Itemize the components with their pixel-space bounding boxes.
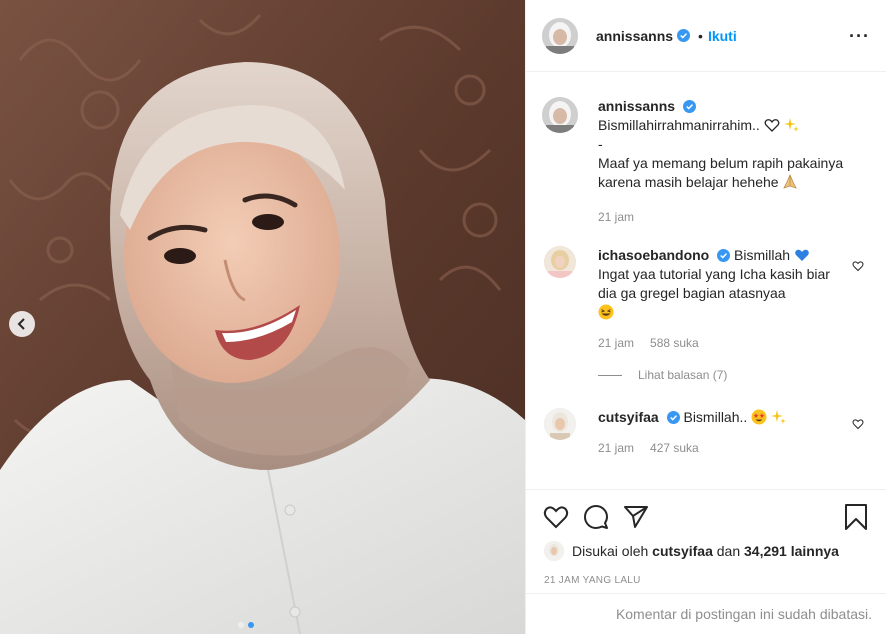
comment-text-first: Bismillah.. [683, 409, 748, 425]
like-comment-heart-icon[interactable] [852, 418, 864, 430]
save-button[interactable] [836, 497, 876, 537]
star-struck-emoji-icon [751, 409, 767, 425]
grinning-squint-emoji-icon [598, 304, 614, 320]
caption-avatar[interactable] [542, 97, 578, 133]
post-date[interactable]: 21 JAM YANG LALU [544, 575, 641, 586]
share-button[interactable] [616, 497, 656, 537]
comment-meta: 21 jam 427 suka [598, 441, 844, 455]
post-photo[interactable] [0, 0, 525, 634]
verified-icon [717, 249, 731, 262]
liked-by-prefix: Disukai oleh [572, 543, 649, 559]
liked-by-count[interactable]: 34,291 lainnya [744, 543, 839, 559]
post-actions [526, 489, 886, 543]
avatar-image [544, 246, 576, 278]
caption-line3: Maaf ya memang belum rapih pakainya kare… [598, 155, 844, 190]
comment-likes[interactable]: 427 suka [650, 441, 699, 455]
carousel-dots [238, 622, 254, 628]
caption-line1: Bismillahirrahmanirrahim.. [598, 117, 760, 133]
replies-divider-line [598, 374, 622, 376]
heart-icon [543, 505, 569, 528]
carousel-dot-active [248, 622, 254, 628]
carousel-dot [238, 622, 244, 628]
chevron-left-icon [17, 318, 25, 330]
more-icon: ··· [849, 25, 870, 46]
bookmark-icon [845, 503, 867, 530]
previous-image-button[interactable] [9, 311, 35, 337]
post-panel: annissanns • Ikuti ··· annissanns Bismil… [525, 0, 886, 634]
comment-button[interactable] [576, 497, 616, 537]
comments-disabled-notice: Komentar di postingan ini sudah dibatasi… [526, 593, 886, 634]
view-replies-button[interactable]: Lihat balasan (7) [598, 368, 870, 382]
avatar-image [542, 97, 578, 133]
white-heart-emoji-icon [764, 119, 780, 132]
post-header: annissanns • Ikuti ··· [526, 0, 886, 72]
blue-heart-emoji-icon [795, 249, 809, 261]
caption-text: Bismillahirrahmanirrahim.. [598, 116, 844, 135]
comment-item: cutsyifaa Bismillah.. 21 jam 427 suka [542, 408, 870, 455]
avatar-image [542, 17, 578, 54]
author-info: annissanns • Ikuti [596, 28, 737, 44]
view-replies-label: Lihat balasan (7) [638, 368, 728, 382]
comment-item: ichasoebandono Bismillah Ingat yaa tutor… [542, 246, 870, 350]
liked-by-user[interactable]: cutsyifaa [652, 543, 713, 559]
folded-hands-emoji-icon [783, 174, 798, 189]
comment-avatar[interactable] [544, 408, 576, 440]
liked-by-middle: dan [716, 543, 741, 559]
author-avatar[interactable] [542, 17, 578, 54]
comment-username[interactable]: cutsyifaa [598, 409, 659, 425]
caption-time[interactable]: 21 jam [598, 210, 634, 224]
like-comment-heart-icon[interactable] [852, 260, 864, 272]
verified-icon [666, 411, 680, 424]
comment-time[interactable]: 21 jam [598, 441, 634, 455]
share-icon [624, 505, 648, 528]
author-username[interactable]: annissanns [596, 28, 673, 44]
comment-text-rest: Ingat yaa tutorial yang Icha kasih biar … [598, 266, 830, 301]
like-button[interactable] [536, 497, 576, 537]
caption-item: annissanns Bismillahirrahmanirrahim.. - … [542, 97, 870, 224]
sparkles-emoji-icon [771, 410, 787, 424]
separator-dot: • [698, 27, 703, 44]
comment-likes[interactable]: 588 suka [650, 336, 699, 350]
caption-line2: - [598, 136, 603, 152]
liked-by: Disukai oleh cutsyifaa dan 34,291 lainny… [544, 541, 876, 561]
avatar-image [544, 408, 576, 440]
comment-text-first: Bismillah [734, 247, 791, 263]
comments-list: annissanns Bismillahirrahmanirrahim.. - … [526, 73, 886, 489]
verified-icon [682, 100, 696, 113]
caption-username[interactable]: annissanns [598, 98, 675, 114]
selfie-image [0, 0, 525, 634]
verified-icon [677, 29, 691, 42]
sparkles-emoji-icon [783, 118, 799, 132]
liked-by-avatar[interactable] [544, 541, 564, 561]
comment-avatar[interactable] [544, 246, 576, 278]
more-options-button[interactable]: ··· [849, 27, 870, 45]
comment-username[interactable]: ichasoebandono [598, 247, 709, 263]
avatar-image [544, 541, 564, 561]
comment-icon [584, 504, 608, 529]
follow-button[interactable]: Ikuti [708, 28, 737, 44]
caption-meta: 21 jam [598, 210, 844, 224]
comment-meta: 21 jam 588 suka [598, 336, 844, 350]
comment-time[interactable]: 21 jam [598, 336, 634, 350]
caption-line3-wrap: Maaf ya memang belum rapih pakainya kare… [598, 154, 844, 192]
